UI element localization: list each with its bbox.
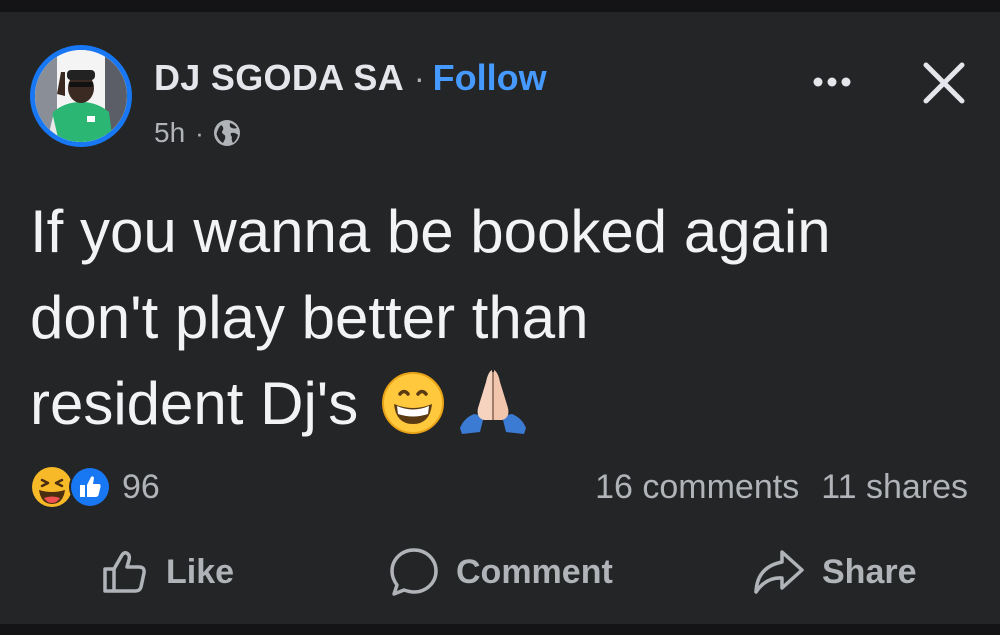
more-options-icon	[813, 77, 851, 87]
folded-hands-emoji	[454, 366, 532, 459]
close-button[interactable]	[918, 57, 970, 109]
comments-count-link[interactable]: 16 comments	[595, 468, 799, 507]
post-text: If you wanna be booked again don't play …	[30, 189, 980, 459]
screen-frame: DJ SGODA SA · Follow 5h · If you wanna b…	[0, 0, 1000, 635]
post-actions-bar: Like Comment Share	[0, 542, 1000, 602]
post-text-line-last: resident Dj's	[30, 361, 980, 459]
post-text-line: If you wanna be booked again	[30, 198, 831, 265]
like-label: Like	[166, 552, 235, 591]
reaction-count: 96	[122, 467, 160, 506]
thumbs-up-icon	[103, 550, 146, 593]
more-options-button[interactable]	[805, 64, 859, 100]
share-label: Share	[822, 552, 917, 591]
post-card: DJ SGODA SA · Follow 5h · If you wanna b…	[0, 12, 1000, 624]
author-line: DJ SGODA SA · Follow	[154, 56, 547, 100]
like-reaction-icon	[69, 466, 111, 508]
shares-count-link[interactable]: 11 shares	[821, 468, 968, 507]
share-icon	[754, 550, 804, 594]
post-meta: 5h ·	[154, 115, 242, 151]
meta-separator: ·	[195, 117, 204, 148]
reaction-icons	[30, 464, 116, 510]
comment-button[interactable]: Comment	[388, 542, 613, 602]
author-avatar[interactable]	[30, 45, 132, 147]
comment-icon	[390, 548, 438, 596]
post-text-line: resident Dj's	[30, 370, 359, 437]
author-separator: ·	[414, 59, 425, 96]
comment-label: Comment	[456, 552, 613, 591]
share-button[interactable]: Share	[752, 542, 917, 602]
author-name[interactable]: DJ SGODA SA	[154, 57, 404, 99]
post-text-line: don't play better than	[30, 284, 589, 351]
follow-button[interactable]: Follow	[433, 57, 547, 99]
haha-reaction-icon	[32, 467, 72, 507]
close-icon	[923, 62, 965, 104]
post-time[interactable]: 5h	[154, 117, 185, 149]
avatar-photo	[35, 50, 127, 142]
reactions-summary[interactable]: 96	[30, 464, 160, 510]
globe-icon	[212, 118, 242, 148]
grinning-face-emoji	[380, 370, 446, 459]
post-stats: 16 comments 11 shares	[595, 464, 968, 510]
like-button[interactable]: Like	[100, 542, 234, 602]
